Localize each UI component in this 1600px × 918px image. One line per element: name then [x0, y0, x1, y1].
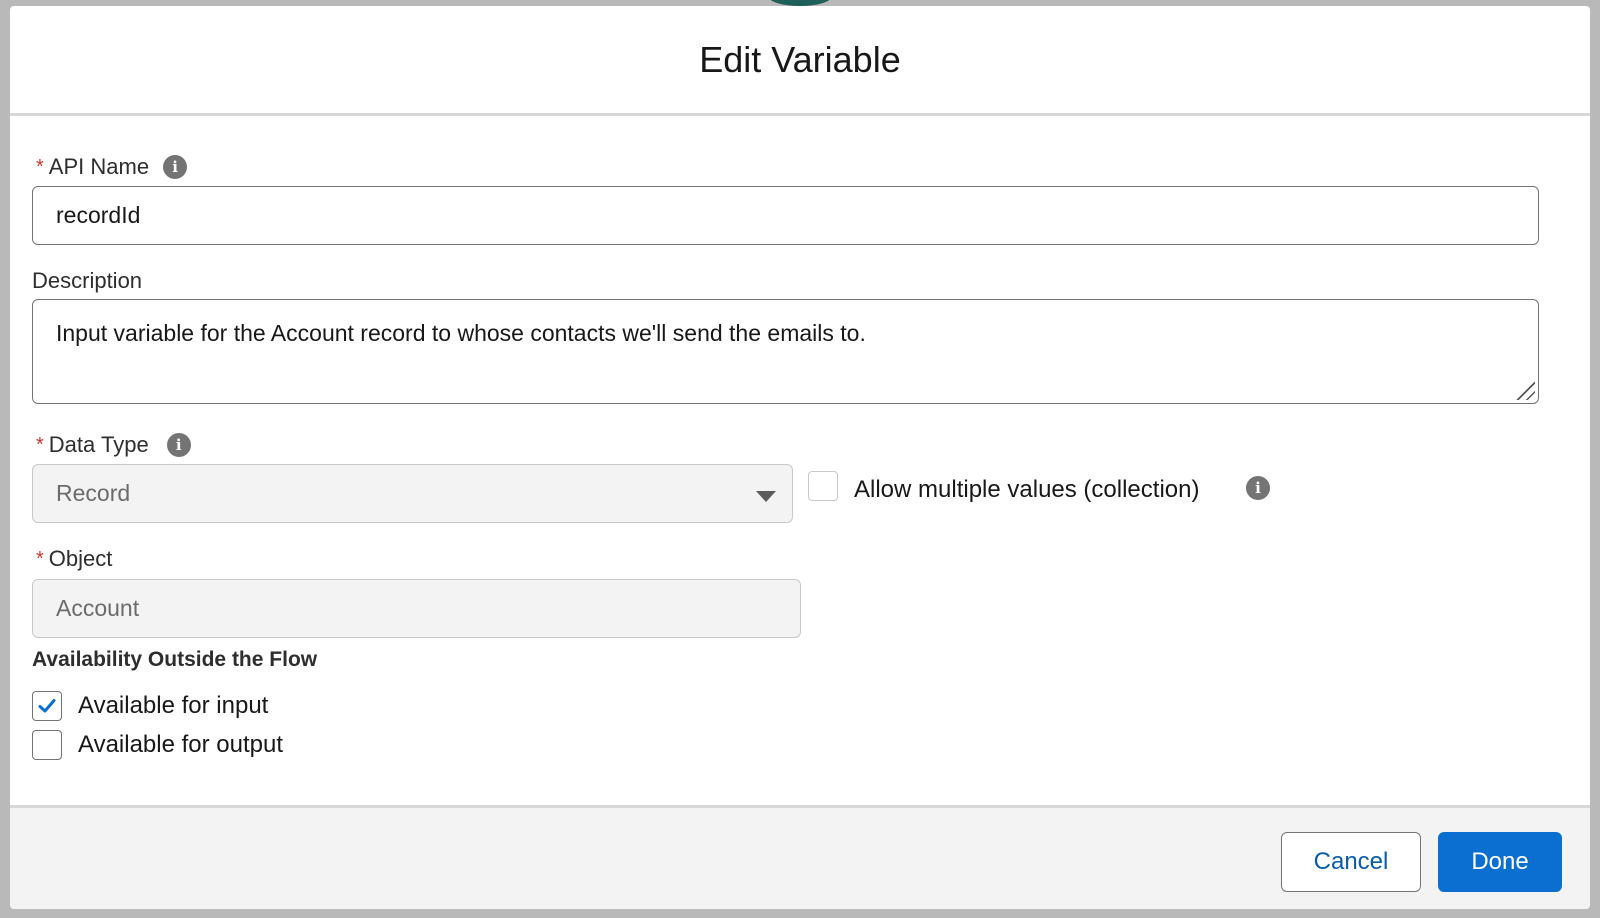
collection-label: Allow multiple values (collection)	[854, 476, 1200, 503]
collection-checkbox[interactable]	[808, 471, 838, 501]
info-icon[interactable]: i	[166, 433, 191, 457]
api-name-label: * API Name i	[36, 154, 188, 180]
required-marker: *	[36, 155, 44, 178]
description-label: Description	[32, 268, 142, 294]
modal-body: * API Name i recordId Description Input …	[10, 116, 1590, 805]
check-icon	[38, 699, 56, 713]
object-value: Account	[56, 595, 140, 621]
data-type-select[interactable]: Record	[32, 464, 793, 523]
object-label: * Object	[36, 546, 112, 572]
api-name-value: recordId	[56, 202, 141, 228]
cancel-button[interactable]: Cancel	[1281, 832, 1421, 892]
done-button[interactable]: Done	[1438, 832, 1562, 892]
api-name-input[interactable]: recordId	[32, 186, 1539, 245]
availability-heading: Availability Outside the Flow	[32, 648, 318, 671]
info-icon[interactable]: i	[163, 155, 188, 179]
modal-title: Edit Variable	[699, 38, 901, 80]
required-marker: *	[36, 433, 44, 456]
description-label-text: Description	[32, 268, 143, 293]
modal-footer: Cancel Done	[10, 805, 1590, 909]
available-for-output-checkbox[interactable]	[32, 730, 62, 760]
required-marker: *	[36, 547, 44, 570]
available-for-output-label: Available for output	[78, 731, 284, 758]
modal-header: Edit Variable	[10, 6, 1590, 116]
info-icon[interactable]: i	[1246, 476, 1270, 500]
edit-variable-modal: Edit Variable * API Name i recordId Desc…	[10, 6, 1590, 909]
data-type-label-text: Data Type	[48, 432, 149, 457]
available-for-input-checkbox[interactable]	[32, 691, 62, 721]
description-textarea[interactable]: Input variable for the Account record to…	[32, 299, 1539, 404]
resize-handle-icon[interactable]	[1513, 378, 1535, 400]
api-name-label-text: API Name	[48, 154, 150, 179]
available-for-input-label: Available for input	[78, 692, 269, 719]
chevron-down-icon	[756, 491, 776, 502]
object-label-text: Object	[48, 546, 113, 571]
description-value: Input variable for the Account record to…	[56, 320, 866, 346]
object-field[interactable]: Account	[32, 579, 801, 638]
data-type-label: * Data Type i	[36, 432, 191, 458]
data-type-value: Record	[56, 480, 131, 506]
